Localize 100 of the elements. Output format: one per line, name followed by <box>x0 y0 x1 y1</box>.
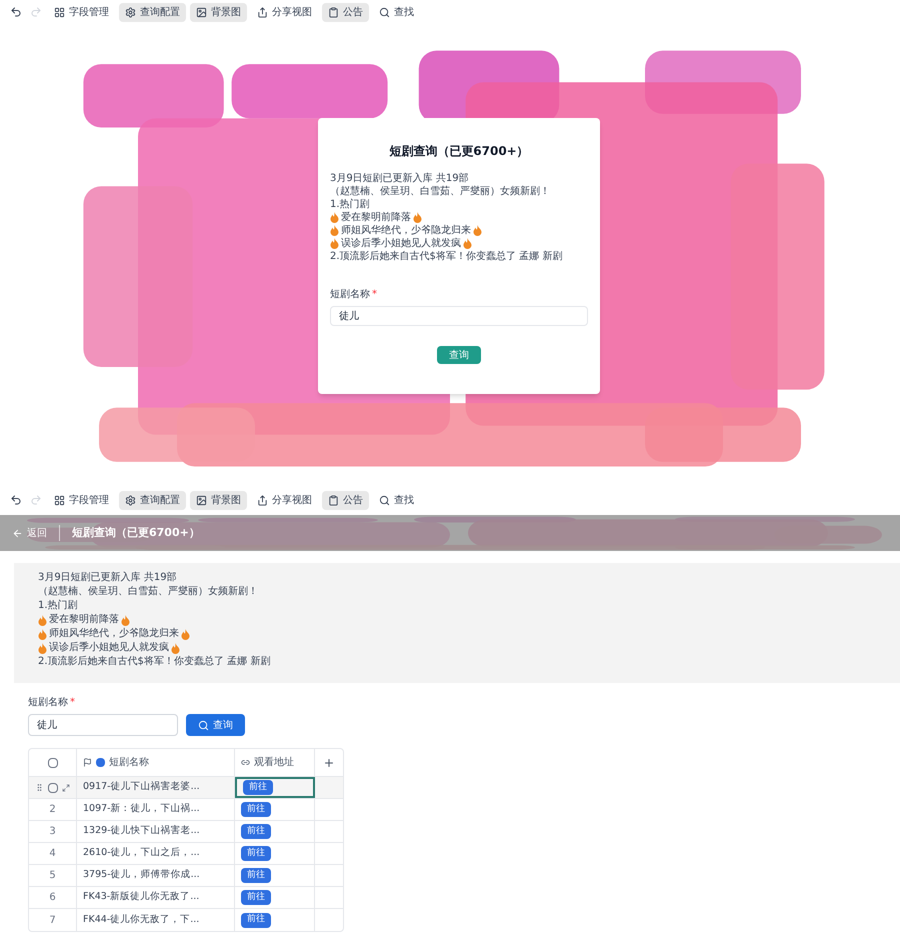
notice-line: （赵慧楠、侯呈玥、白雪茹、严燮丽）女频新剧！ <box>330 185 550 198</box>
table-cell: 0917-徒儿下山祸害老婆... <box>77 777 235 798</box>
table-cell: FK44-徒儿你无敌了，下... <box>77 909 235 931</box>
toolbar-button[interactable]: 公告 <box>322 2 369 22</box>
toolbar-button[interactable]: 字段管理 <box>48 2 115 22</box>
notice-line: 师姐风华绝代，少爷隐龙归来 <box>49 627 179 641</box>
toolbar-button[interactable]: 背景图 <box>190 490 247 510</box>
link-cell[interactable]: 前往 <box>235 821 315 842</box>
link-cell[interactable]: 前往 <box>235 865 315 886</box>
toolbar-button[interactable]: 公告 <box>322 490 369 510</box>
image-icon <box>196 494 207 506</box>
back-button[interactable]: 返回 <box>12 526 47 540</box>
toolbar-button[interactable]: 查询配置 <box>119 2 186 22</box>
drag-handle-icon[interactable] <box>35 783 44 792</box>
row-number: 3 <box>49 825 56 839</box>
plus-icon <box>323 756 335 768</box>
image-icon <box>196 6 207 18</box>
flag-icon <box>83 758 92 767</box>
settings-icon <box>125 494 136 506</box>
row-number: 7 <box>49 914 56 928</box>
undo-icon <box>10 6 22 18</box>
row-number: 4 <box>49 847 56 861</box>
toolbar-button[interactable]: 背景图 <box>190 2 247 22</box>
input-field[interactable]: 徒儿 <box>330 306 588 326</box>
input-field[interactable]: 徒儿 <box>28 714 178 736</box>
column-header[interactable]: 短剧名称 <box>77 749 235 776</box>
flame-icon <box>38 614 47 626</box>
field-label: 短剧名称 <box>330 288 370 302</box>
required-mark: * <box>372 288 377 302</box>
link-cell[interactable]: 前往 <box>235 843 315 864</box>
notice-line: 3月9日短剧已更新入库 共19部 <box>330 172 469 185</box>
field-label: 短剧名称 <box>28 696 68 710</box>
share-icon <box>257 494 268 506</box>
flame-icon <box>38 628 47 640</box>
link-cell[interactable]: 前往 <box>235 777 315 798</box>
search-icon <box>198 720 209 730</box>
toolbar-button[interactable]: 分享视图 <box>251 490 318 510</box>
redo-icon <box>30 6 42 18</box>
flame-icon <box>463 238 472 249</box>
toolbar-button[interactable]: 查找 <box>373 490 420 510</box>
notice-line: 爱在黎明前降落 <box>49 613 119 627</box>
row-number: 2 <box>49 803 56 817</box>
go-button[interactable]: 前往 <box>243 780 273 795</box>
toolbar-button[interactable]: 分享视图 <box>251 2 318 22</box>
redo-icon <box>30 494 42 506</box>
back-arrow-icon <box>12 528 23 538</box>
clipboard-icon <box>328 6 339 18</box>
flame-icon <box>330 212 339 223</box>
row-number: 6 <box>49 891 56 905</box>
link-cell[interactable]: 前往 <box>235 887 315 908</box>
table-cell: 3795-徒儿，师傅带你成... <box>77 865 235 886</box>
grid-icon <box>54 494 65 506</box>
flame-icon <box>330 225 339 236</box>
row-number: 5 <box>49 869 56 883</box>
undo-icon <box>10 494 22 506</box>
required-mark: * <box>70 696 75 710</box>
notice-line: 误诊后季小姐她见人就发疯 <box>341 237 461 250</box>
grid-icon <box>54 6 65 18</box>
column-header[interactable]: 观看地址 <box>235 749 315 776</box>
checkbox[interactable] <box>48 758 58 768</box>
go-button[interactable]: 前往 <box>241 846 271 861</box>
dialog-title: 短剧查询（已更6700+） <box>389 143 529 160</box>
notice-line: 3月9日短剧已更新入库 共19部 <box>38 571 177 585</box>
notice-line: 误诊后季小姐她见人就发疯 <box>49 641 169 655</box>
notice-line: （赵慧楠、侯呈玥、白雪茹、严燮丽）女频新剧！ <box>38 585 258 599</box>
flame-icon <box>38 642 47 654</box>
flame-icon <box>413 212 422 223</box>
table-cell: 2610-徒儿，下山之后，... <box>77 843 235 864</box>
link-icon <box>241 758 250 767</box>
flame-icon <box>181 628 190 640</box>
clipboard-icon <box>328 494 339 506</box>
search-icon <box>379 494 390 506</box>
table-cell: FK43-新版徒儿你无敌了... <box>77 887 235 908</box>
table-cell: 1329-徒儿快下山祸害老... <box>77 821 235 842</box>
notice-line: 1.热门剧 <box>38 599 78 613</box>
go-button[interactable]: 前往 <box>241 868 271 883</box>
link-cell[interactable]: 前往 <box>235 909 315 931</box>
flame-icon <box>121 614 130 626</box>
go-button[interactable]: 前往 <box>241 802 271 817</box>
query-button[interactable]: 查询 <box>437 346 481 364</box>
link-cell[interactable]: 前往 <box>235 799 315 820</box>
toolbar-button[interactable]: 查询配置 <box>119 490 186 510</box>
table-cell: 1097-新：徒儿，下山祸... <box>77 799 235 820</box>
go-button[interactable]: 前往 <box>241 912 271 928</box>
toolbar-button[interactable]: 查找 <box>373 2 420 22</box>
go-button[interactable]: 前往 <box>241 890 271 905</box>
flame-icon <box>171 642 180 654</box>
search-icon <box>379 6 390 18</box>
share-icon <box>257 6 268 18</box>
expand-icon[interactable] <box>62 784 70 792</box>
notice-line: 2.顶流影后她来自古代$将军！你变蠢总了 孟娜 新剧 <box>330 250 562 263</box>
go-button[interactable]: 前往 <box>241 824 271 839</box>
page-title: 短剧查询（已更6700+） <box>72 524 200 541</box>
notice-line: 师姐风华绝代，少爷隐龙归来 <box>341 224 471 237</box>
notice-line: 1.热门剧 <box>330 198 370 211</box>
notice-line: 爱在黎明前降落 <box>341 211 411 224</box>
toolbar-button[interactable]: 字段管理 <box>48 490 115 510</box>
checkbox[interactable] <box>48 782 58 792</box>
flame-icon <box>473 225 482 236</box>
query-button[interactable]: 查询 <box>186 714 245 736</box>
